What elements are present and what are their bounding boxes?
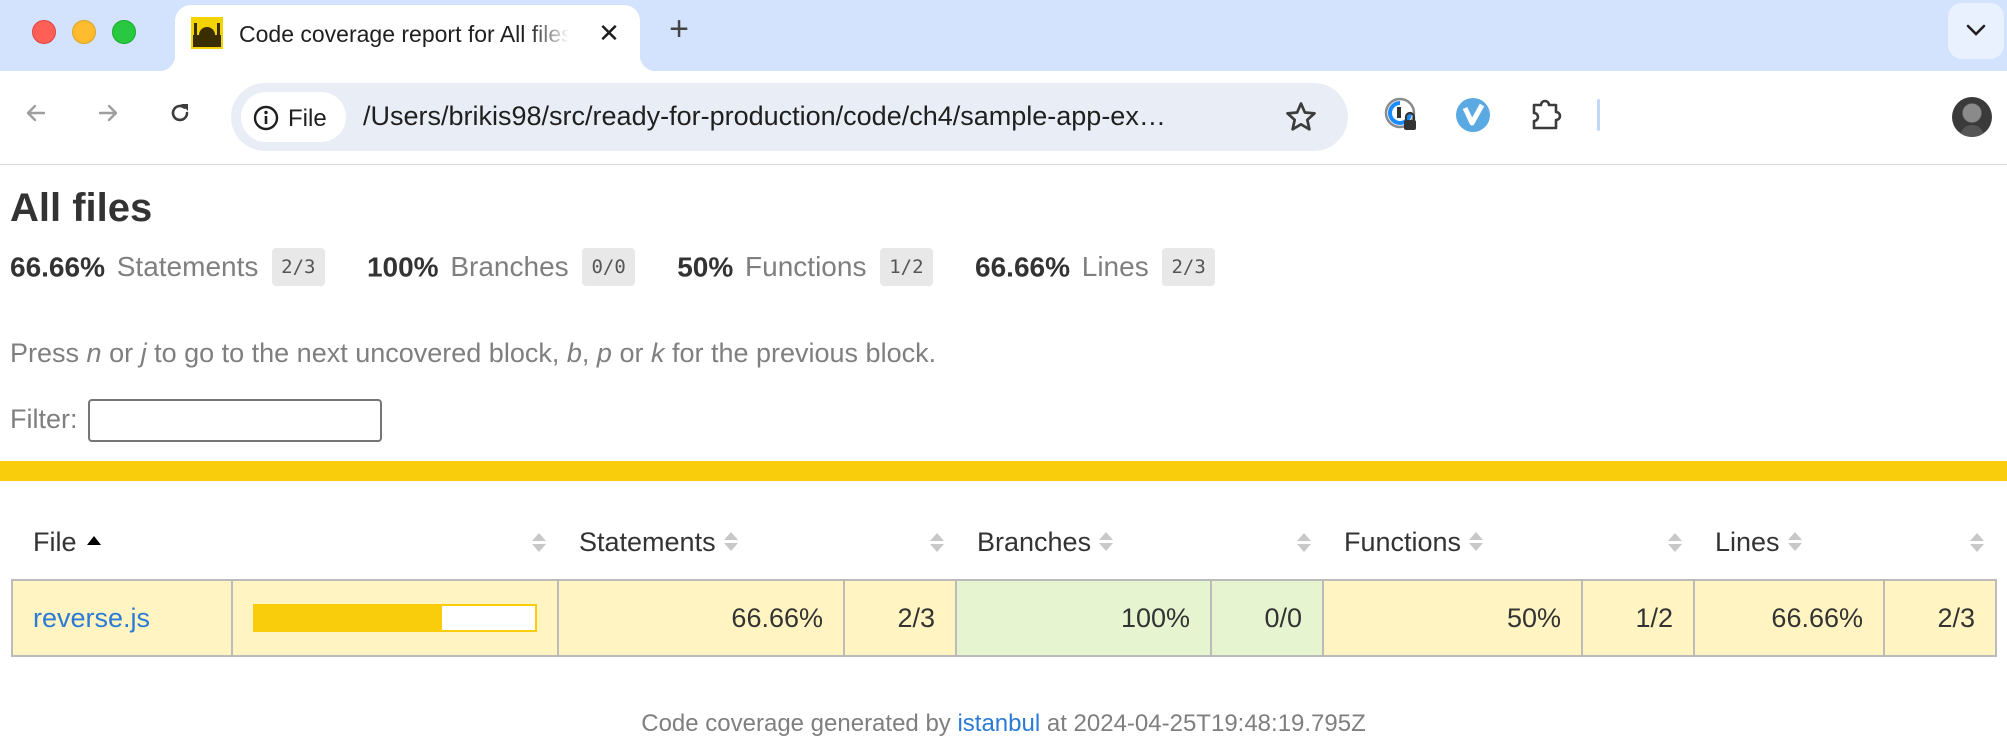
reload-button[interactable] — [160, 93, 200, 133]
summary-fraction-badge: 0/0 — [582, 248, 635, 286]
tab-close-icon[interactable]: ✕ — [593, 17, 625, 49]
window-close-button[interactable] — [32, 20, 56, 44]
summary-label: Statements — [116, 251, 259, 283]
summary-pct: 66.66% — [975, 251, 1070, 283]
extensions-button[interactable] — [1526, 95, 1566, 135]
table-header-row: File Statements Branches Functions Lines — [12, 506, 1996, 580]
sort-icon — [930, 533, 944, 553]
summary-pct: 100% — [366, 251, 439, 283]
password-lock-extension-icon — [1384, 97, 1416, 130]
summary-label: Lines — [1081, 251, 1149, 283]
page-title: All files — [10, 186, 153, 230]
statements-pct-cell: 66.66% — [557, 579, 845, 657]
site-info-label: File — [288, 105, 327, 132]
filter-input[interactable] — [88, 399, 382, 442]
file-cell: reverse.js — [11, 579, 233, 657]
info-icon — [253, 105, 279, 131]
window-minimize-button[interactable] — [72, 20, 96, 44]
coverage-table: File Statements Branches Functions Lines… — [11, 506, 1997, 657]
coverage-summary: 66.66% Statements 2/3 100% Branches 0/0 … — [10, 248, 1253, 294]
summary-statements: 66.66% Statements 2/3 — [10, 248, 325, 288]
forward-button[interactable] — [88, 93, 128, 133]
profile-avatar[interactable] — [1952, 97, 1992, 137]
sort-icon — [723, 531, 738, 552]
column-header-functions-raw[interactable] — [1582, 506, 1694, 580]
tab-search-button[interactable] — [1948, 3, 2004, 59]
back-button[interactable] — [16, 93, 56, 133]
coverage-bar-cell — [231, 579, 559, 657]
coverage-progress-fill — [255, 606, 442, 630]
lines-fraction-cell: 2/3 — [1883, 579, 1997, 657]
column-header-lines[interactable]: Lines — [1694, 506, 1884, 580]
url-text[interactable]: /Users/brikis98/src/ready-for-production… — [363, 101, 1166, 132]
new-tab-button[interactable]: + — [663, 12, 695, 46]
filter-label: Filter: — [10, 404, 78, 434]
tab-strip: Code coverage report for All files ✕ + — [0, 0, 2007, 71]
window-maximize-button[interactable] — [112, 20, 136, 44]
branches-pct-cell: 100% — [955, 579, 1212, 657]
sort-icon — [532, 533, 546, 553]
column-header-file[interactable]: File — [12, 506, 232, 580]
sort-icon — [1970, 533, 1984, 553]
summary-label: Functions — [745, 251, 867, 283]
summary-label: Branches — [450, 251, 569, 283]
column-header-branches-raw[interactable] — [1211, 506, 1323, 580]
vimium-v-icon — [1456, 98, 1490, 132]
branches-fraction-cell: 0/0 — [1210, 579, 1324, 657]
footer-prefix: Code coverage generated by — [641, 710, 958, 737]
summary-pct: 50% — [677, 251, 734, 283]
coverage-progress-bar — [253, 604, 537, 632]
column-header-statements[interactable]: Statements — [558, 506, 844, 580]
functions-fraction-cell: 1/2 — [1581, 579, 1695, 657]
summary-fraction-badge: 1/2 — [880, 248, 933, 286]
password-manager-extension-button[interactable] — [1382, 95, 1422, 135]
summary-functions: 50% Functions 1/2 — [677, 248, 933, 288]
column-header-branches[interactable]: Branches — [956, 506, 1211, 580]
chevron-down-icon — [1966, 24, 1986, 36]
column-header-functions[interactable]: Functions — [1323, 506, 1582, 580]
puzzle-piece-icon — [1532, 99, 1562, 130]
statements-fraction-cell: 2/3 — [843, 579, 957, 657]
arrow-left-icon — [26, 104, 46, 122]
sort-icon — [1787, 531, 1802, 552]
functions-pct-cell: 50% — [1322, 579, 1583, 657]
lines-pct-cell: 66.66% — [1693, 579, 1885, 657]
footer-timestamp: at 2024-04-25T19:48:19.795Z — [1040, 710, 1366, 737]
sort-icon — [1469, 531, 1484, 552]
sort-icon — [1297, 533, 1311, 553]
summary-branches: 100% Branches 0/0 — [366, 248, 635, 288]
summary-fraction-badge: 2/3 — [272, 248, 325, 286]
report-footer: Code coverage generated by istanbul at 2… — [0, 710, 2007, 738]
summary-fraction-badge: 2/3 — [1162, 248, 1215, 286]
sort-icon — [1668, 533, 1682, 553]
coverage-status-strip — [0, 461, 2007, 481]
sort-icon — [1099, 531, 1114, 552]
table-row: reverse.js 66.66% 2/3 100% 0/0 50% 1/2 6… — [11, 579, 1997, 657]
summary-lines: 66.66% Lines 2/3 — [975, 248, 1215, 288]
coverage-report-page: All files 66.66% Statements 2/3 100% Bra… — [0, 166, 2007, 750]
istanbul-favicon-icon — [191, 17, 223, 49]
site-info-chip[interactable]: File — [241, 92, 346, 142]
toolbar-divider — [1597, 99, 1600, 131]
file-link[interactable]: reverse.js — [33, 603, 150, 633]
active-tab[interactable]: Code coverage report for All files ✕ — [159, 5, 656, 71]
browser-toolbar: File /Users/brikis98/src/ready-for-produ… — [0, 71, 2007, 165]
bookmark-star-button[interactable] — [1283, 99, 1319, 135]
istanbul-link[interactable]: istanbul — [957, 710, 1040, 737]
sort-ascending-icon — [86, 536, 101, 546]
reload-icon — [171, 104, 189, 122]
address-bar[interactable]: File /Users/brikis98/src/ready-for-produ… — [231, 83, 1348, 151]
column-header-file-bar[interactable] — [232, 506, 558, 580]
keyboard-hint: Press n or j to go to the next uncovered… — [10, 338, 937, 368]
arrow-right-icon — [98, 104, 118, 122]
summary-pct: 66.66% — [10, 251, 105, 283]
column-header-lines-raw[interactable] — [1884, 506, 1996, 580]
tab-title: Code coverage report for All files — [239, 21, 569, 47]
column-header-statements-raw[interactable] — [844, 506, 956, 580]
star-icon — [1286, 102, 1316, 131]
vimium-extension-button[interactable] — [1453, 95, 1493, 135]
